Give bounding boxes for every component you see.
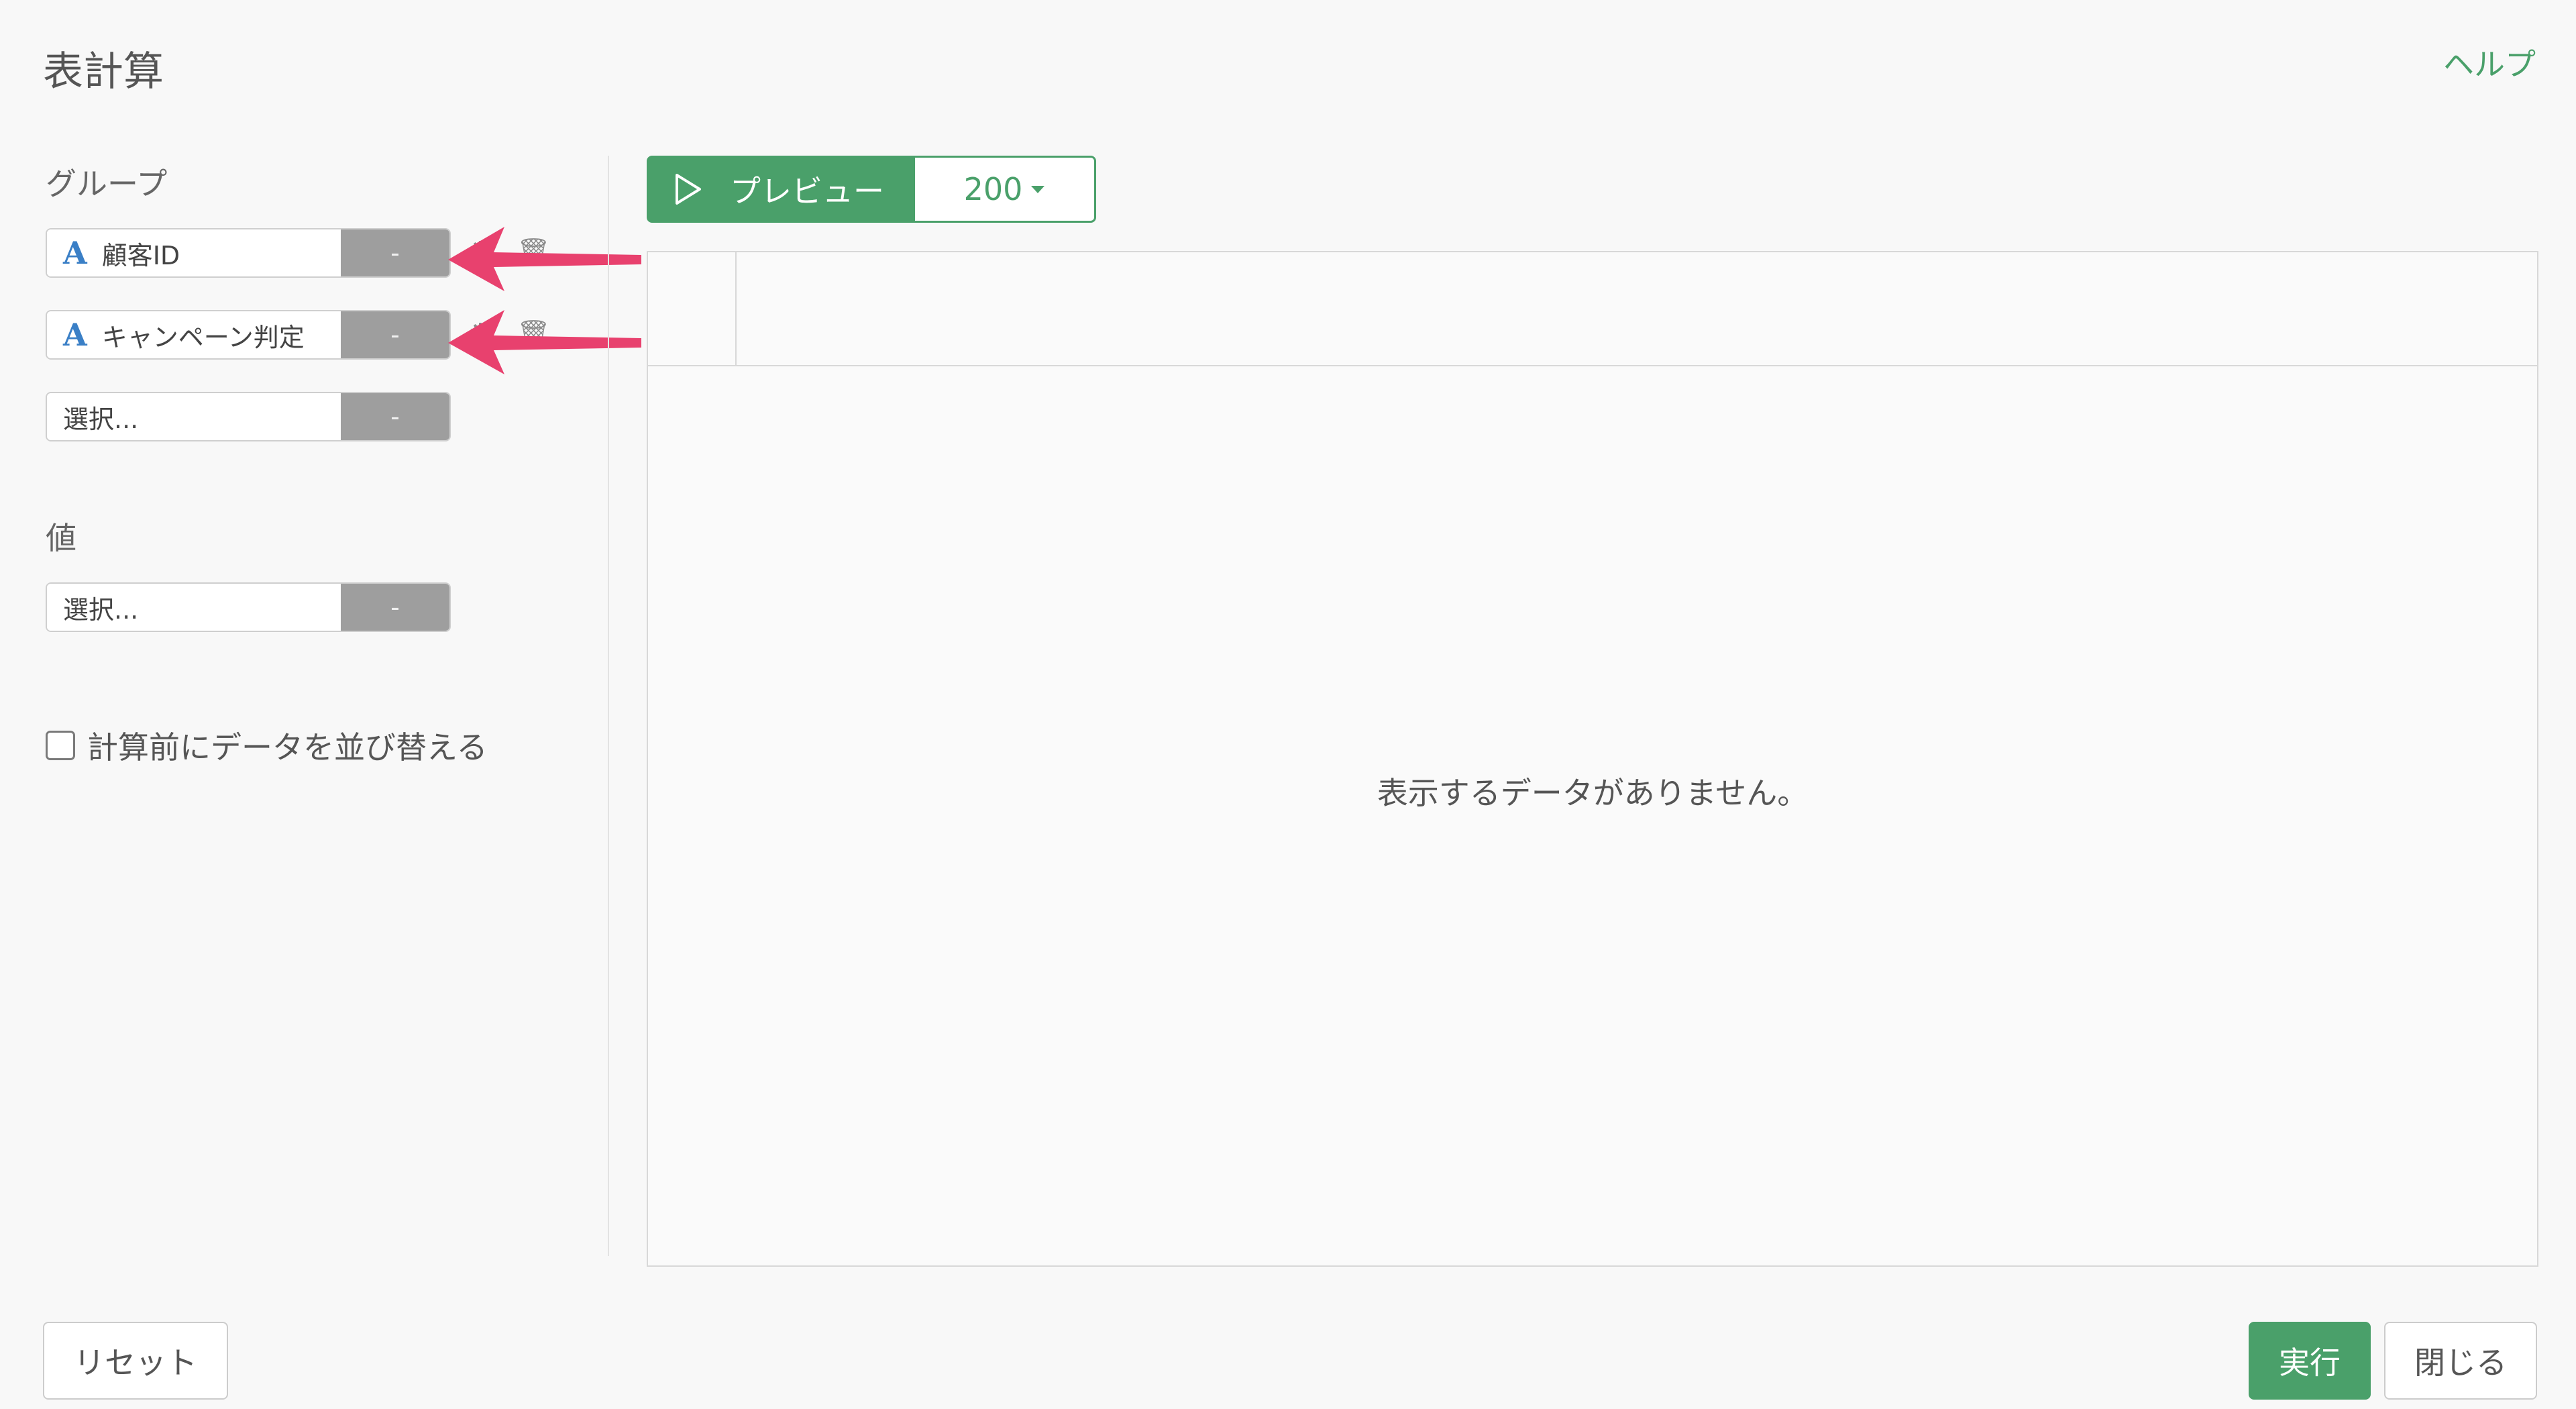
group-field-select[interactable]: A キャンペーン判定: [47, 311, 341, 358]
panel-divider: [608, 156, 609, 1256]
group-section-label: グループ: [46, 166, 168, 202]
preview-button[interactable]: プレビュー: [647, 156, 915, 223]
caret-down-icon: [1031, 186, 1045, 193]
preview-button-label: プレビュー: [730, 173, 884, 209]
sort-checkbox-label: 計算前にデータを並び替える: [87, 729, 488, 766]
group-modifier-button[interactable]: -: [341, 311, 449, 358]
sort-checkbox[interactable]: [46, 731, 75, 760]
value-field-placeholder: 選択...: [63, 594, 139, 625]
run-button[interactable]: 実行: [2249, 1322, 2371, 1400]
reset-button[interactable]: リセット: [43, 1322, 228, 1400]
group-modifier-button[interactable]: -: [341, 393, 449, 440]
help-link[interactable]: ヘルプ: [2443, 40, 2536, 85]
group-modifier-button[interactable]: -: [341, 229, 449, 276]
preview-table: 表示するデータがありません。: [647, 251, 2538, 1267]
value-field-select[interactable]: 選択...: [47, 584, 341, 631]
group-field-select[interactable]: A 顧客ID: [47, 229, 341, 276]
group-field-empty: 選択... -: [46, 392, 451, 441]
string-type-icon: A: [63, 317, 87, 353]
group-field-customer-id: A 顧客ID -: [46, 228, 451, 278]
preview-toolbar: プレビュー 200: [647, 156, 1096, 223]
string-type-icon: A: [63, 235, 87, 271]
value-field-empty: 選択... -: [46, 582, 451, 632]
annotation-arrow-icon: [448, 227, 641, 291]
group-field-name: キャンペーン判定: [101, 322, 305, 352]
close-button[interactable]: 閉じる: [2384, 1322, 2537, 1400]
sort-before-calc-option[interactable]: 計算前にデータを並び替える: [46, 723, 488, 768]
table-index-header-cell: [648, 252, 737, 365]
group-field-select[interactable]: 選択...: [47, 393, 341, 440]
row-limit-value: 200: [963, 171, 1023, 207]
empty-data-message: 表示するデータがありません。: [1377, 775, 1809, 811]
table-header: [648, 252, 2537, 366]
dialog-title: 表計算: [43, 48, 164, 95]
value-modifier-button[interactable]: -: [341, 584, 449, 631]
group-field-placeholder: 選択...: [63, 404, 139, 434]
value-section-label: 値: [46, 520, 76, 556]
annotation-arrow-icon: [448, 310, 641, 374]
row-limit-dropdown[interactable]: 200: [915, 156, 1096, 223]
play-icon: [676, 174, 701, 205]
group-field-campaign: A キャンペーン判定 -: [46, 310, 451, 360]
table-calculation-dialog: 表計算 ヘルプ グループ A 顧客ID - ⚙ 🗑 A キャンペーン判定 - ⚙…: [0, 0, 2576, 1409]
group-field-name: 顧客ID: [101, 240, 180, 270]
